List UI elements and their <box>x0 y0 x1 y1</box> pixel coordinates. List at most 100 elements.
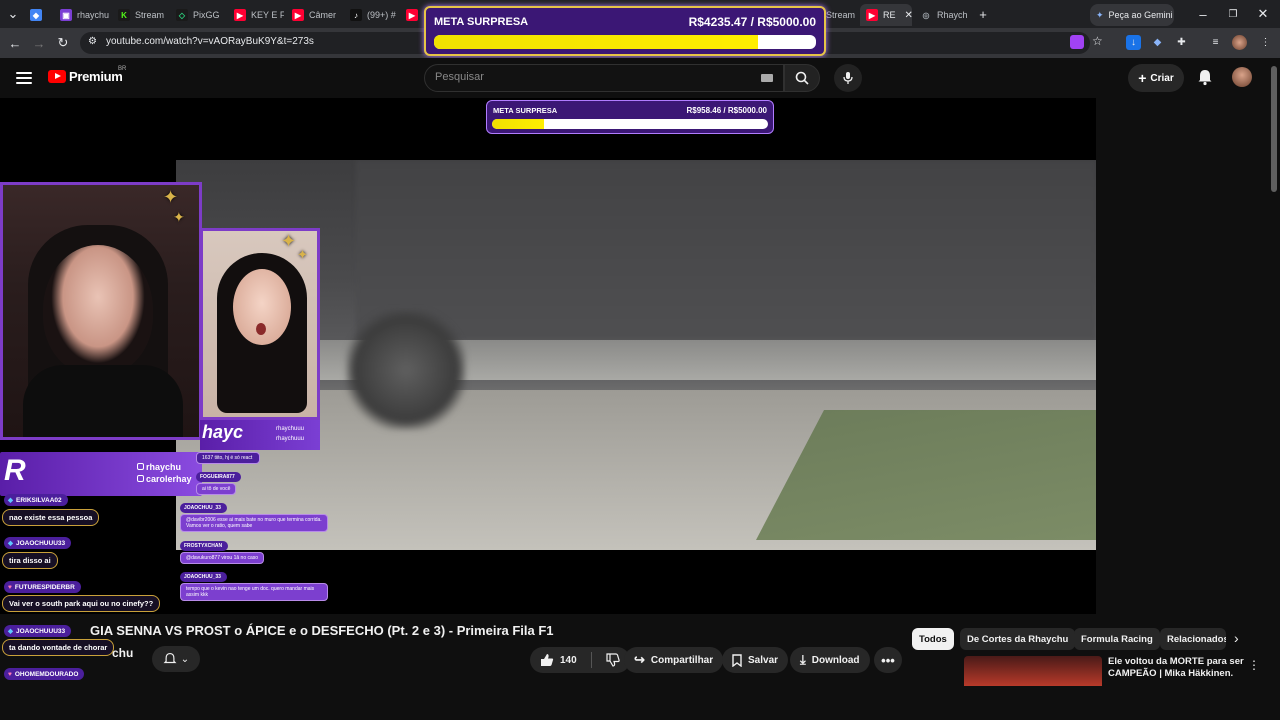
below-fold-area <box>0 686 1280 720</box>
browser-tab[interactable]: ▶ Câmer <box>292 4 342 26</box>
notifications-bell-icon[interactable] <box>1196 68 1214 86</box>
video-title: GIA SENNA VS PROST o ÁPICE e o DESFECHO … <box>90 623 554 638</box>
chip-all[interactable]: Todos <box>912 628 954 650</box>
goal-label: META SURPRESA <box>434 16 529 28</box>
chat-badge-icon: ♥ <box>8 670 12 678</box>
chip-channel[interactable]: De Cortes da Rhaychu <box>960 628 1076 650</box>
reading-list-icon[interactable]: ≡ <box>1208 35 1223 50</box>
diamond-extension-icon[interactable]: ◆ <box>1150 35 1165 50</box>
browser-tab[interactable]: ▶ <box>406 4 422 26</box>
browser-tab[interactable]: K Stream <box>118 4 168 26</box>
goal-overlay-top: META SURPRESA R$4235.47 / R$5000.00 <box>424 6 826 56</box>
browser-tab[interactable]: ◇ PixGG <box>176 4 226 26</box>
search-button[interactable] <box>784 64 820 92</box>
browser-tab[interactable]: ▣ rhaychu <box>60 4 110 26</box>
share-button[interactable]: ↪ Compartilhar <box>624 647 724 673</box>
recommendation-thumbnail[interactable] <box>964 656 1102 686</box>
bookmark-icon <box>732 653 742 667</box>
more-dots-icon: ••• <box>881 652 895 668</box>
gemini-button[interactable]: ✦ Peça ao Gemini <box>1090 4 1174 26</box>
browser-tab[interactable]: ♪ (99+) # <box>350 4 400 26</box>
chat-badge-icon: ◆ <box>8 540 13 547</box>
maximize-icon[interactable]: ❐ <box>1224 5 1242 23</box>
tab-list-chevron-icon[interactable]: ⌄ <box>4 5 22 23</box>
profile-avatar-icon[interactable] <box>1232 35 1247 50</box>
sparkle-icon: ✦ <box>1096 9 1104 20</box>
download-icon: ⤓ <box>800 652 806 667</box>
pixgg-favicon-icon: ◇ <box>176 9 188 21</box>
subscribe-bell-button[interactable]: ⌄ <box>152 646 200 672</box>
goal-label: META SURPRESA <box>493 106 558 115</box>
page-scrollbar[interactable] <box>1271 66 1277 192</box>
chip-related[interactable]: Relacionados <box>1160 628 1226 650</box>
chat-message: ai tô de você <box>196 483 237 495</box>
chat-message: ta dando vontade de chorar <box>2 639 115 656</box>
thumbs-down-icon[interactable] <box>606 653 620 667</box>
search-input[interactable]: Pesquisar <box>424 64 784 92</box>
browser-tab[interactable]: Stream <box>826 4 856 26</box>
video-scene-building <box>356 160 1096 340</box>
hamburger-menu-icon[interactable] <box>14 68 34 88</box>
browser-tab[interactable]: ▶ KEY E F <box>234 4 284 26</box>
youtube-favicon-icon: ▶ <box>292 9 304 21</box>
extensions-puzzle-icon[interactable]: ✚ <box>1174 35 1189 50</box>
chat-username: ◆ ERIKSILVAA02 <box>4 494 68 506</box>
star-icon: ✦ <box>297 247 308 262</box>
tab-label: PixGG <box>193 10 220 20</box>
download-extension-icon[interactable]: ↓ <box>1126 35 1141 50</box>
browser-tab[interactable]: ◆ <box>30 4 52 26</box>
secondary-webcam: ✦ ✦ <box>200 228 320 420</box>
brand-logo: R <box>4 454 26 487</box>
divider <box>590 652 592 668</box>
youtube-favicon-icon: ▶ <box>406 9 418 21</box>
notifications-bell-icon <box>163 652 177 664</box>
browser-tab[interactable]: ◎ Rhaych <box>920 4 976 26</box>
more-actions-button[interactable]: ••• <box>874 647 902 673</box>
tab-label: (99+) # <box>367 10 396 20</box>
new-tab-icon[interactable]: + <box>974 5 992 23</box>
star-icon: ✦ <box>281 231 297 251</box>
search-icon <box>795 71 809 85</box>
browser-tab-active[interactable]: ▶ RE ✕ <box>860 4 912 26</box>
account-avatar[interactable] <box>1232 67 1252 87</box>
download-button[interactable]: ⤓ Download <box>790 647 870 673</box>
keyboard-icon[interactable] <box>761 74 773 82</box>
close-window-icon[interactable]: ✕ <box>1254 5 1272 23</box>
microphone-icon <box>843 72 853 84</box>
youtube-play-icon <box>48 70 66 83</box>
site-info-icon[interactable]: ⚙ <box>88 36 97 47</box>
chat-message: @davibr2006 esse ai mais bate no muro qu… <box>180 514 328 532</box>
url-text: youtube.com/watch?v=vAORayBuK9Y&t=273s <box>106 36 314 47</box>
voice-search-button[interactable] <box>834 64 862 92</box>
forward-icon[interactable]: → <box>30 34 48 52</box>
create-button[interactable]: + Criar <box>1128 64 1184 92</box>
back-icon[interactable]: ← <box>6 34 24 52</box>
social-banner-small: hayc rhaychuuu rhaychuuu <box>200 420 320 450</box>
like-button[interactable]: 140 <box>530 647 630 673</box>
chat-message: nao existe essa pessoa <box>2 509 100 526</box>
cast-icon[interactable] <box>1070 35 1084 49</box>
more-vert-icon[interactable]: ⋮ <box>1248 658 1260 672</box>
chat-username: JOAOCHUU_33 <box>180 503 227 513</box>
chip-formula-racing[interactable]: Formula Racing <box>1074 628 1160 650</box>
save-button[interactable]: Salvar <box>722 647 789 673</box>
tab-favicon-icon: ▣ <box>60 9 72 21</box>
chat-badge-icon: ◆ <box>8 628 13 635</box>
close-tab-icon[interactable]: ✕ <box>905 10 912 21</box>
chat-badge-icon: ◆ <box>8 497 13 504</box>
chevron-right-icon[interactable]: › <box>1234 630 1239 646</box>
reload-icon[interactable]: ↻ <box>54 34 72 52</box>
minimize-icon[interactable]: – <box>1194 5 1212 23</box>
brand-logo: hayc <box>202 422 244 442</box>
channel-name[interactable]: chu <box>112 646 133 660</box>
tab-label: Stream <box>826 10 856 20</box>
youtube-favicon-icon: ▶ <box>866 9 878 21</box>
youtube-logo[interactable]: Premium <box>48 69 123 84</box>
handle-text: rhaychuuu <box>276 426 305 432</box>
browser-menu-icon[interactable]: ⋮ <box>1258 35 1273 50</box>
kick-favicon-icon: K <box>118 9 130 21</box>
recommendation-title[interactable]: Ele voltou da MORTE para ser CAMPEÃO | M… <box>1108 656 1248 680</box>
bookmark-star-icon[interactable]: ☆ <box>1092 34 1103 48</box>
chat-username: FROSTYXCHAN <box>180 541 229 551</box>
youtube-header: Premium BR Pesquisar + Criar <box>0 58 1280 98</box>
